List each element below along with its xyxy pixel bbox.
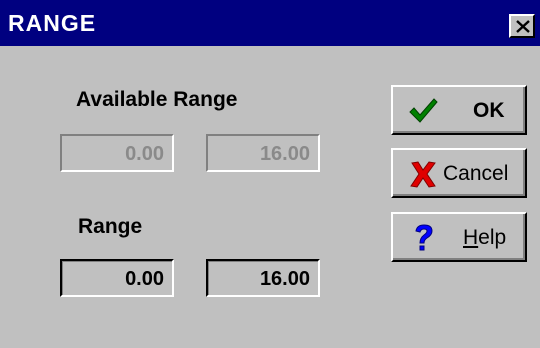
ok-button-label: OK	[473, 99, 505, 122]
question-mark-icon	[415, 224, 433, 251]
help-button[interactable]: Help	[391, 212, 527, 262]
window-title: RANGE	[8, 10, 97, 36]
range-label: Range	[78, 215, 143, 238]
help-button-label: Help	[463, 226, 506, 250]
available-range-label: Available Range	[76, 88, 238, 111]
cancel-button[interactable]: Cancel	[391, 148, 527, 198]
close-button[interactable]	[509, 14, 535, 38]
cancel-button-label: Cancel	[443, 162, 509, 185]
range-min-input[interactable]: 0.00	[60, 259, 174, 297]
range-dialog: RANGE Available Range 0.00 16.00 Range 0…	[0, 0, 540, 348]
help-label-rest: elp	[478, 226, 507, 249]
help-accelerator: H	[463, 226, 479, 249]
x-mark-icon	[410, 161, 436, 188]
available-range-max-field: 16.00	[206, 134, 320, 172]
available-range-min-field: 0.00	[60, 134, 174, 172]
close-icon	[516, 20, 530, 33]
checkmark-icon	[409, 98, 438, 123]
ok-button[interactable]: OK	[391, 85, 527, 135]
range-max-input[interactable]: 16.00	[206, 259, 320, 297]
title-bar[interactable]: RANGE	[0, 0, 540, 46]
